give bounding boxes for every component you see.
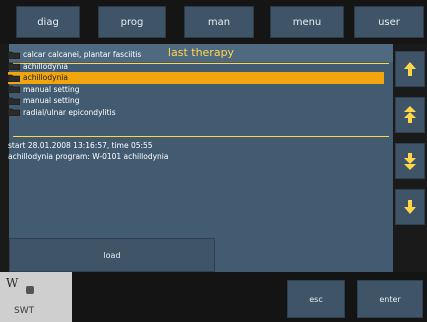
list-divider <box>13 136 389 137</box>
list-item[interactable]: radial/ulnar epicondylitis <box>8 107 384 119</box>
folder-icon <box>8 97 20 105</box>
tab-user[interactable]: user <box>354 6 424 38</box>
folder-icon <box>8 51 20 59</box>
load-button[interactable]: load <box>9 238 215 272</box>
list-item[interactable]: calcar calcanei, plantar fasciitis <box>8 49 384 61</box>
folder-icon <box>8 62 20 71</box>
list-item-label: manual setting <box>23 84 80 94</box>
therapy-program: achillodynia program: W-0101 achillodyni… <box>8 152 169 161</box>
list-item-label: achillodynia <box>23 61 68 71</box>
scroll-down-button[interactable] <box>395 189 425 225</box>
therapy-start-time: start 28.01.2008 13:16:57, time 05:55 <box>8 141 153 150</box>
tab-prog[interactable]: prog <box>98 6 166 38</box>
tab-diag[interactable]: diag <box>16 6 80 38</box>
brand-logo-area: W SWT <box>0 272 72 322</box>
esc-button[interactable]: esc <box>287 280 345 318</box>
scroll-up-button[interactable] <box>395 51 425 87</box>
page-up-button[interactable] <box>395 97 425 133</box>
brand-letter: W <box>6 276 19 290</box>
therapy-info: start 28.01.2008 13:16:57, time 05:55 ac… <box>8 140 378 162</box>
list-item[interactable]: achillodynia <box>8 61 384 73</box>
arrow-down-icon <box>404 200 416 214</box>
brand-name: SWT <box>14 306 35 316</box>
brand-mark-icon <box>26 286 34 294</box>
tab-man[interactable]: man <box>184 6 254 38</box>
therapy-screen: diag prog man menu user last therapy cal… <box>0 0 427 322</box>
folder-icon <box>8 74 20 82</box>
double-arrow-down-icon <box>404 153 416 170</box>
tab-menu[interactable]: menu <box>270 6 344 38</box>
folder-icon <box>8 108 20 117</box>
page-down-button[interactable] <box>395 143 425 179</box>
list-item-label: manual setting <box>23 96 80 106</box>
list-item[interactable]: manual setting <box>8 95 384 107</box>
arrow-up-icon <box>404 62 416 76</box>
double-arrow-up-icon <box>404 106 416 123</box>
list-item-label: radial/ulnar epicondylitis <box>23 107 116 117</box>
list-item-label: calcar calcanei, plantar fasciitis <box>23 50 142 60</box>
list-item-label: achillodynia <box>23 73 68 83</box>
enter-button[interactable]: enter <box>357 280 423 318</box>
folder-icon <box>8 85 20 94</box>
top-tab-bar: diag prog man menu user <box>0 0 427 44</box>
list-item[interactable]: manual setting <box>8 84 384 96</box>
therapy-list: calcar calcanei, plantar fasciitis achil… <box>8 49 384 118</box>
list-item-selected[interactable]: achillodynia <box>8 72 384 84</box>
